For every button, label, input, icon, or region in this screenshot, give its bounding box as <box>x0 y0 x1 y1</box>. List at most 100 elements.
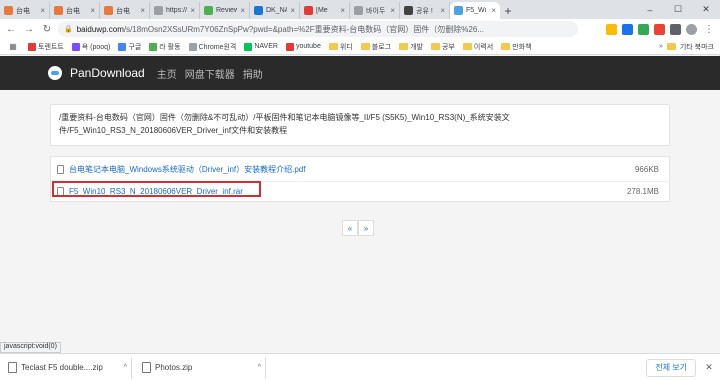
download-item[interactable]: Photos.zip ^ <box>138 356 266 379</box>
tab-close-icon[interactable]: × <box>340 6 345 15</box>
folder-icon <box>430 43 440 50</box>
back-icon[interactable]: ← <box>4 22 18 36</box>
highlight-box <box>52 181 261 197</box>
tab-close-icon[interactable]: × <box>390 6 395 15</box>
tab-label: 台电 <box>16 7 30 15</box>
star-icon[interactable] <box>606 23 617 35</box>
tab-close-icon[interactable]: × <box>140 6 145 15</box>
browser-tab[interactable]: 台电 × <box>100 2 150 19</box>
bookmark-label: 공부 <box>441 43 455 51</box>
bookmarks-bar: ▦ 토렌트트 욕 (pooq) 구글 라 활동 Chrome원격 NAVER youtube… <box>0 39 720 55</box>
extension-icon[interactable] <box>638 23 649 35</box>
bookmark-item[interactable]: 만화책 <box>501 42 532 52</box>
bookmark-item[interactable]: 공부 <box>430 42 455 52</box>
favicon-icon <box>204 6 213 15</box>
bookmark-favicon-icon <box>71 42 80 51</box>
address-bar[interactable]: 🔒 baiduwp.com/s/18mOsn2XSsURm7Y06ZnSpPw?… <box>58 21 578 37</box>
browser-tab[interactable]: 台电 × <box>0 2 50 19</box>
nav-downloader[interactable]: 网盘下载器 <box>185 66 235 81</box>
apps-icon[interactable]: ▦ <box>6 40 20 54</box>
tab-close-icon[interactable]: × <box>440 6 445 15</box>
url-host: baiduwp.com <box>76 24 124 34</box>
folder-icon <box>360 43 370 50</box>
tab-label: 바이두 <box>366 7 386 15</box>
file-name[interactable]: 台电笔记本电脑_Windows系统驱动（Driver_inf）安装教程介绍.pd… <box>69 164 305 175</box>
chevron-up-icon[interactable]: ^ <box>124 364 127 371</box>
prev-page-button[interactable]: « <box>342 220 358 236</box>
bookmark-item[interactable]: Chrome원격 <box>188 42 237 52</box>
download-item[interactable]: Teclast F5 double....zip ^ <box>4 356 132 379</box>
zip-file-icon <box>8 362 17 373</box>
file-size: 966KB <box>634 165 659 174</box>
bookmark-item[interactable]: 욕 (pooq) <box>71 42 111 52</box>
browser-tab[interactable]: [Me × <box>300 2 350 19</box>
maximize-icon[interactable]: ☐ <box>664 0 692 19</box>
bookmark-item[interactable]: 이력서 <box>462 42 494 52</box>
favicon-icon <box>54 6 63 15</box>
bookmark-label: 욕 (pooq) <box>81 43 111 51</box>
tab-close-icon[interactable]: × <box>290 6 295 15</box>
favicon-icon <box>404 6 413 15</box>
folder-icon <box>462 43 472 50</box>
more-bookmarks-icon[interactable]: » <box>659 43 663 50</box>
bookmark-label: 구글 <box>128 43 142 51</box>
extension-icon[interactable] <box>622 23 633 35</box>
folder-icon <box>328 43 338 50</box>
tab-label: https:// <box>166 7 188 14</box>
tab-close-icon[interactable]: × <box>491 6 496 15</box>
avatar[interactable] <box>686 23 697 35</box>
bookmark-item[interactable]: 구글 <box>118 42 141 52</box>
site-brand[interactable]: PanDownload <box>70 66 145 80</box>
browser-tab[interactable]: https://× <box>150 2 200 19</box>
close-window-icon[interactable]: ✕ <box>692 0 720 19</box>
forward-icon[interactable]: → <box>22 22 36 36</box>
menu-icon[interactable]: ⋮ <box>702 22 716 36</box>
bookmark-item[interactable]: youtube <box>285 42 321 51</box>
tab-label: F5_Wi <box>466 7 487 14</box>
minimize-icon[interactable]: – <box>636 0 664 19</box>
chevron-up-icon[interactable]: ^ <box>258 364 261 371</box>
favicon-icon <box>454 6 463 15</box>
browser-tab[interactable]: F5_Wi × <box>450 2 500 19</box>
file-row[interactable]: 台电笔记本电脑_Windows系统驱动（Driver_inf）安装教程介绍.pd… <box>51 160 669 179</box>
next-page-button[interactable]: » <box>358 220 374 236</box>
pagination: « » <box>342 220 374 236</box>
breadcrumb: /重要资料-台电数码（官网）固件（勿删除&不可乱动）/平板固件和笔记本电脑镜像等… <box>50 104 670 146</box>
bookmark-item[interactable]: 블로그 <box>360 42 391 52</box>
browser-tab[interactable]: 바이두 × <box>350 2 400 19</box>
other-bookmarks[interactable]: 기타 북마크 <box>680 42 714 52</box>
reload-icon[interactable]: ↻ <box>40 22 54 36</box>
bookmark-item[interactable]: 라 활동 <box>149 42 181 52</box>
bookmark-item[interactable]: NAVER <box>244 42 278 51</box>
new-tab-button[interactable]: + <box>500 2 516 19</box>
nav-donate[interactable]: 捐助 <box>243 66 263 81</box>
folder-icon <box>501 43 511 50</box>
nav-home[interactable]: 主页 <box>157 66 177 81</box>
bookmark-item[interactable]: 토렌트트 <box>28 42 64 52</box>
bookmark-label: 만화책 <box>512 43 532 51</box>
extension-icon[interactable] <box>670 23 681 35</box>
show-all-button[interactable]: 전체 보기 <box>646 358 696 377</box>
tab-label: DK_NA <box>266 7 288 14</box>
tab-close-icon[interactable]: × <box>40 6 45 15</box>
browser-tab[interactable]: Review × <box>200 2 250 19</box>
tab-close-icon[interactable]: × <box>90 6 95 15</box>
browser-tab[interactable]: DK_NA × <box>250 2 300 19</box>
url-path: /s/18mOsn2XSsURm7Y06ZnSpPw?pwd=&path=%2F… <box>123 24 484 34</box>
tab-close-icon[interactable]: × <box>240 6 245 15</box>
bookmark-label: Chrome원격 <box>198 43 237 51</box>
favicon-icon <box>154 6 163 15</box>
bookmark-label: 위디 <box>339 43 353 51</box>
bookmark-label: 개발 <box>410 43 423 51</box>
tab-label: 台电 <box>66 7 80 15</box>
browser-tab[interactable]: 공유 ! × <box>400 2 450 19</box>
bookmark-label: 이력서 <box>473 43 494 51</box>
browser-tab[interactable]: 台电 × <box>50 2 100 19</box>
favicon-icon <box>304 6 313 15</box>
bookmark-item[interactable]: 위디 <box>328 42 353 52</box>
close-icon[interactable]: ✕ <box>702 362 716 373</box>
extension-icon[interactable] <box>654 23 665 35</box>
tab-close-icon[interactable]: × <box>190 6 195 15</box>
bookmark-item[interactable]: 개발 <box>399 42 423 52</box>
status-url: javascript:void(0) <box>0 342 61 353</box>
